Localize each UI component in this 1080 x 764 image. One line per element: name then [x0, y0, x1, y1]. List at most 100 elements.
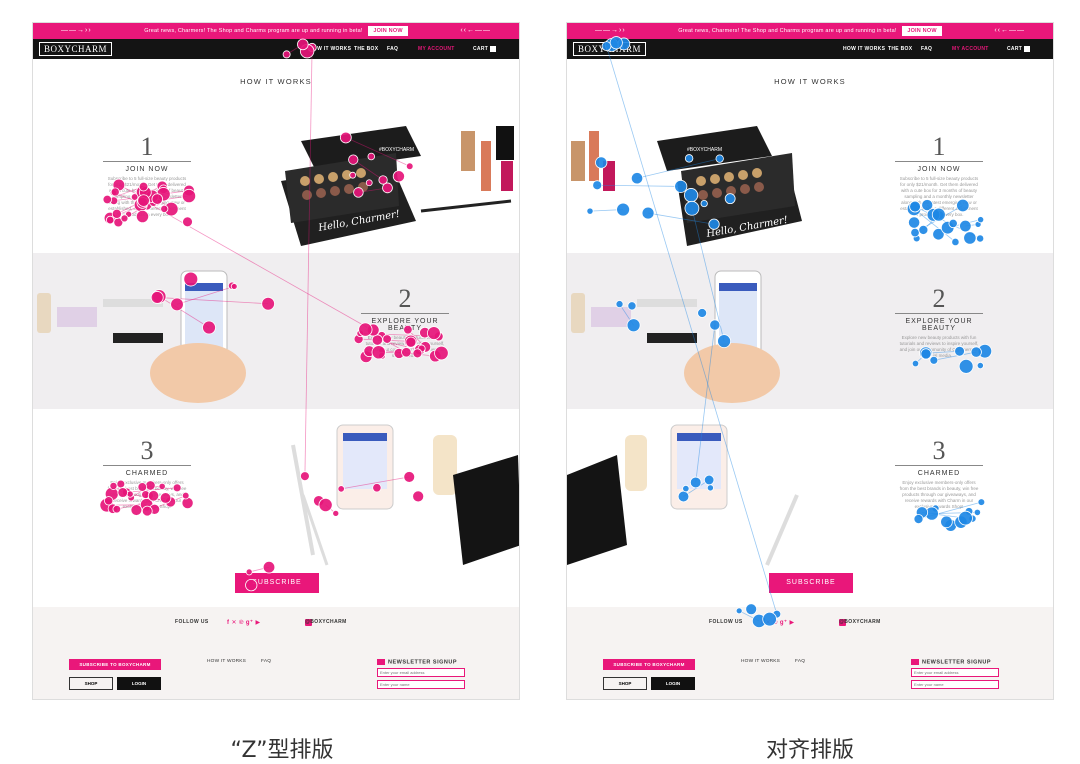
caption-aligned-layout: 对齐排版	[660, 732, 960, 764]
subscribe-boxycharm-button[interactable]: SUBSCRIBE TO BOXYCHARM	[603, 659, 695, 670]
tablet-photo	[567, 415, 817, 595]
beauty-box-photo: #BOXYCHARM Hello, Charmer!	[271, 101, 520, 251]
step-description: Enjoy exclusive members-only offers from…	[101, 480, 193, 510]
announcement-bar: ——→›› Great news, Charmers! The Shop and…	[33, 23, 519, 39]
nav-my-account[interactable]: MY ACCOUNT	[952, 39, 989, 59]
join-now-button[interactable]: JOIN NOW	[368, 26, 407, 36]
step-3-text: 3 CHARMED Enjoy exclusive members-only o…	[101, 437, 193, 510]
step-title: CHARMED	[101, 470, 193, 477]
how-it-works-heading: HOW IT WORKS	[33, 77, 519, 86]
cart-label: CART	[473, 46, 488, 52]
phone-photo	[33, 263, 273, 413]
login-button[interactable]: LOGIN	[651, 677, 695, 690]
box-brand-text: #BOXYCHARM	[687, 147, 722, 153]
step-description: Explore new beauty products with fun tut…	[893, 335, 985, 359]
follow-us-label: FOLLOW US	[709, 619, 743, 625]
step-description: Subscribe to 5 full-size beauty products…	[101, 176, 193, 218]
shop-button[interactable]: SHOP	[603, 677, 647, 690]
footer-faq-link[interactable]: FAQ	[261, 659, 271, 664]
step-description: Explore new beauty products with fun tut…	[359, 335, 451, 359]
step-1-text: 1 JOIN NOW Subscribe to 5 full-size beau…	[893, 133, 985, 218]
subscribe-boxycharm-button[interactable]: SUBSCRIBE TO BOXYCHARM	[69, 659, 161, 670]
step-number: 2	[893, 285, 985, 313]
shop-button[interactable]: SHOP	[69, 677, 113, 690]
join-now-button[interactable]: JOIN NOW	[902, 26, 941, 36]
nav-cart[interactable]: CART	[1007, 39, 1030, 59]
announcement-text: Great news, Charmers! The Shop and Charm…	[144, 28, 362, 34]
step-number: 2	[359, 285, 451, 313]
step-number: 3	[893, 437, 985, 465]
step-2-text: 2 EXPLORE YOUR BEAUTY Explore new beauty…	[359, 285, 451, 359]
z-layout-screenshot: ——→›› Great news, Charmers! The Shop and…	[32, 22, 520, 700]
email-input[interactable]	[377, 668, 465, 677]
step-number: 1	[101, 133, 193, 161]
nav-my-account[interactable]: MY ACCOUNT	[418, 39, 455, 59]
step-title: JOIN NOW	[893, 166, 985, 173]
name-input[interactable]	[377, 680, 465, 689]
step-title: JOIN NOW	[101, 166, 193, 173]
arrow-left-icon: ‹‹←——	[994, 23, 1025, 39]
nav-faq[interactable]: FAQ	[921, 39, 932, 59]
nav-faq[interactable]: FAQ	[387, 39, 398, 59]
footer-how-it-works-link[interactable]: HOW IT WORKS	[741, 659, 780, 664]
social-icons[interactable]: f ✕ ℗ g⁺ ▶	[227, 619, 261, 626]
step-1-text: 1 JOIN NOW Subscribe to 5 full-size beau…	[101, 133, 193, 218]
step-description: Subscribe to 5 full-size beauty products…	[893, 176, 985, 218]
social-icons[interactable]: f ✕ ℗ g⁺ ▶	[761, 619, 795, 626]
step-number: 1	[893, 133, 985, 161]
nav-the-box[interactable]: THE BOX	[888, 39, 912, 59]
brand-logo[interactable]: BOXYCHARM	[573, 42, 646, 56]
divider	[103, 465, 191, 466]
newsletter-form: NEWSLETTER SIGNUP	[911, 659, 1001, 692]
step-description: Enjoy exclusive members-only offers from…	[893, 480, 985, 510]
divider	[361, 313, 449, 314]
nav-how-it-works[interactable]: HOW IT WORKS	[309, 39, 351, 59]
subscribe-button[interactable]: SUBSCRIBE	[769, 573, 853, 593]
login-button[interactable]: LOGIN	[117, 677, 161, 690]
how-it-works-heading: HOW IT WORKS	[567, 77, 1053, 86]
step-number: 3	[101, 437, 193, 465]
main-navbar: BOXYCHARM HOW IT WORKS THE BOX FAQ MY AC…	[33, 39, 519, 59]
cart-icon	[490, 46, 496, 52]
subscribe-button[interactable]: SUBSCRIBE	[235, 573, 319, 593]
step-3-text: 3 CHARMED Enjoy exclusive members-only o…	[893, 437, 985, 510]
newsletter-title: NEWSLETTER SIGNUP	[922, 659, 991, 665]
announcement-bar: ——→›› Great news, Charmers! The Shop and…	[567, 23, 1053, 39]
caption-z-layout: “Z”型排版	[132, 732, 432, 764]
nav-the-box[interactable]: THE BOX	[354, 39, 378, 59]
main-navbar: BOXYCHARM HOW IT WORKS THE BOX FAQ MY AC…	[567, 39, 1053, 59]
cart-label: CART	[1007, 46, 1022, 52]
instagram-handle: @BOXYCHARM	[839, 619, 881, 625]
nav-cart[interactable]: CART	[473, 39, 496, 59]
divider	[103, 161, 191, 162]
envelope-icon	[911, 659, 919, 665]
footer-faq-link[interactable]: FAQ	[795, 659, 805, 664]
newsletter-title: NEWSLETTER SIGNUP	[388, 659, 457, 665]
step-title: EXPLORE YOUR BEAUTY	[893, 318, 985, 332]
nav-how-it-works[interactable]: HOW IT WORKS	[843, 39, 885, 59]
divider	[895, 161, 983, 162]
aligned-layout-screenshot: ——→›› Great news, Charmers! The Shop and…	[566, 22, 1054, 700]
divider	[895, 465, 983, 466]
instagram-handle: @BOXYCHARM	[305, 619, 347, 625]
newsletter-form: NEWSLETTER SIGNUP	[377, 659, 467, 692]
step-2-text: 2 EXPLORE YOUR BEAUTY Explore new beauty…	[893, 285, 985, 359]
email-input[interactable]	[911, 668, 999, 677]
tablet-photo	[283, 415, 520, 595]
step-title: EXPLORE YOUR BEAUTY	[359, 318, 451, 332]
footer-how-it-works-link[interactable]: HOW IT WORKS	[207, 659, 246, 664]
cart-icon	[1024, 46, 1030, 52]
step-title: CHARMED	[893, 470, 985, 477]
arrow-right-icon: ——→››	[595, 23, 626, 39]
brand-logo[interactable]: BOXYCHARM	[39, 42, 112, 56]
envelope-icon	[377, 659, 385, 665]
phone-photo	[567, 263, 807, 413]
beauty-box-photo: #BOXYCHARM Hello, Charmer!	[567, 101, 817, 251]
follow-us-label: FOLLOW US	[175, 619, 209, 625]
name-input[interactable]	[911, 680, 999, 689]
arrow-left-icon: ‹‹←——	[460, 23, 491, 39]
announcement-text: Great news, Charmers! The Shop and Charm…	[678, 28, 896, 34]
divider	[895, 313, 983, 314]
box-brand-text: #BOXYCHARM	[379, 147, 414, 153]
arrow-right-icon: ——→››	[61, 23, 92, 39]
